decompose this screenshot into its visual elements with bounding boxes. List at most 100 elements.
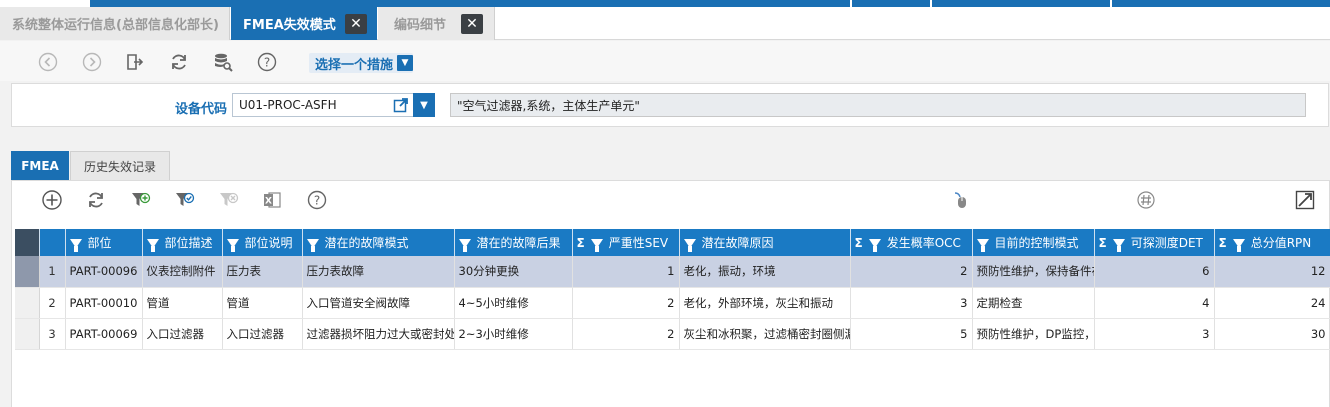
column-header-sev[interactable]: Σ 严重性SEV	[572, 229, 680, 256]
column-header-failure-cause[interactable]: 潜在故障原因	[679, 229, 851, 256]
cell-failure-mode[interactable]: 压力表故障	[302, 256, 455, 288]
cell-failure-effect[interactable]: 2~3小时维修	[454, 318, 573, 350]
excel-icon[interactable]: X	[261, 189, 283, 211]
column-header-part[interactable]: 部位	[65, 229, 143, 256]
cell-occ[interactable]: 3	[850, 287, 973, 319]
filter-icon[interactable]	[226, 239, 239, 252]
cell-part-note[interactable]: 压力表	[222, 256, 303, 288]
column-header-rpn[interactable]: Σ 总分值RPN	[1214, 229, 1330, 256]
column-header-det[interactable]: Σ 可探测度DET	[1094, 229, 1215, 256]
cell-failure-effect[interactable]: 4~5小时维修	[454, 287, 573, 319]
close-icon[interactable]: ✕	[345, 14, 367, 34]
column-header-occ[interactable]: Σ 发生概率OCC	[850, 229, 973, 256]
cell-sev[interactable]: 2	[572, 318, 680, 350]
chevron-down-icon: ▼	[397, 55, 414, 71]
sum-icon[interactable]: Σ	[1219, 236, 1227, 250]
column-header-failure-effect[interactable]: 潜在的故障后果	[454, 229, 573, 256]
cell-rpn[interactable]: 24	[1214, 287, 1330, 319]
row-number: 2	[39, 287, 66, 319]
filter-icon[interactable]	[1232, 239, 1245, 252]
cell-control[interactable]: 预防性维护，DP监控，使	[972, 318, 1095, 350]
help-icon[interactable]: ?	[306, 189, 328, 211]
filter-icon[interactable]	[306, 239, 319, 252]
hash-icon[interactable]	[1135, 189, 1157, 211]
tab-fmea[interactable]: FMEA失效模式 ✕	[231, 7, 377, 40]
filter-add-icon[interactable]	[130, 189, 152, 211]
row-gutter[interactable]	[15, 287, 40, 319]
export-icon[interactable]	[124, 51, 146, 73]
cell-failure-cause[interactable]: 灰尘和冰积聚，过滤桶密封圈侧漏	[679, 318, 851, 350]
tab-code-detail[interactable]: 编码细节 ✕	[378, 7, 495, 40]
cell-det[interactable]: 3	[1094, 318, 1215, 350]
sum-icon[interactable]: Σ	[577, 236, 585, 250]
row-gutter[interactable]	[15, 318, 40, 350]
cell-occ[interactable]: 5	[850, 318, 973, 350]
open-link-icon[interactable]	[389, 94, 413, 116]
filter-icon[interactable]	[146, 239, 159, 252]
tab-fmea-grid[interactable]: FMEA	[11, 151, 69, 180]
cell-failure-cause[interactable]: 老化，振动，环境	[679, 256, 851, 288]
cell-sev[interactable]: 2	[572, 287, 680, 319]
back-icon[interactable]	[37, 51, 59, 73]
filter-icon[interactable]	[683, 239, 696, 252]
cell-control[interactable]: 定期检查	[972, 287, 1095, 319]
help-icon[interactable]: ?	[256, 51, 278, 73]
table-row[interactable]: 3 PART-00069 入口过滤器 入口过滤器 过滤器损坏阻力过大或密封处泄 …	[15, 318, 1330, 350]
action-select[interactable]: 选择一个措施 ▼	[309, 53, 414, 73]
add-icon[interactable]	[41, 189, 63, 211]
row-gutter[interactable]	[15, 256, 40, 288]
filter-icon[interactable]	[69, 239, 82, 252]
top-strip-segment	[852, 0, 930, 7]
cell-sev[interactable]: 1	[572, 256, 680, 288]
close-icon[interactable]: ✕	[461, 14, 483, 34]
cell-failure-mode[interactable]: 过滤器损坏阻力过大或密封处泄	[302, 318, 455, 350]
cell-part[interactable]: PART-00069	[65, 318, 143, 350]
cell-part-desc[interactable]: 入口过滤器	[142, 318, 223, 350]
tab-label: FMEA失效模式	[243, 18, 336, 33]
database-search-icon[interactable]	[212, 51, 234, 73]
cell-part[interactable]: PART-00096	[65, 256, 143, 288]
column-label: 部位	[87, 236, 112, 250]
cell-part-note[interactable]: 管道	[222, 287, 303, 319]
cell-rpn[interactable]: 12	[1214, 256, 1330, 288]
column-label: 总分值RPN	[1250, 236, 1312, 250]
filter-icon[interactable]	[458, 239, 471, 252]
sum-icon[interactable]: Σ	[855, 236, 863, 250]
chevron-down-icon[interactable]: ▼	[413, 93, 435, 117]
filter-icon[interactable]	[868, 239, 881, 252]
cell-part-desc[interactable]: 管道	[142, 287, 223, 319]
refresh-icon[interactable]	[85, 189, 107, 211]
column-header-part-note[interactable]: 部位说明	[222, 229, 303, 256]
cell-failure-effect[interactable]: 30分钟更换	[454, 256, 573, 288]
cell-occ[interactable]: 2	[850, 256, 973, 288]
cell-part-desc[interactable]: 仪表控制附件	[142, 256, 223, 288]
cell-det[interactable]: 6	[1094, 256, 1215, 288]
forward-icon[interactable]	[81, 51, 103, 73]
device-code-field[interactable]: U01-PROC-ASFH ▼	[232, 93, 435, 117]
column-header-part-desc[interactable]: 部位描述	[142, 229, 223, 256]
top-strip-segment	[1112, 0, 1330, 7]
cell-control[interactable]: 预防性维护，保持备件在	[972, 256, 1095, 288]
column-header-control[interactable]: 目前的控制模式	[972, 229, 1095, 256]
sum-icon[interactable]: Σ	[1099, 236, 1107, 250]
cell-part[interactable]: PART-00010	[65, 287, 143, 319]
tab-system-overview[interactable]: 系统整体运行信息(总部信息化部长)	[0, 7, 230, 40]
cell-failure-cause[interactable]: 老化，外部环境，灰尘和振动	[679, 287, 851, 319]
column-header-failure-mode[interactable]: 潜在的故障模式	[302, 229, 455, 256]
top-strip	[0, 0, 1330, 7]
filter-icon[interactable]	[976, 239, 989, 252]
cell-failure-mode[interactable]: 入口管道安全阀故障	[302, 287, 455, 319]
filter-icon[interactable]	[590, 239, 603, 252]
filter-apply-icon[interactable]	[174, 189, 196, 211]
filter-icon[interactable]	[1112, 239, 1125, 252]
cell-part-note[interactable]: 入口过滤器	[222, 318, 303, 350]
expand-icon[interactable]	[1294, 189, 1316, 211]
tab-failure-history[interactable]: 历史失效记录	[70, 151, 170, 180]
cell-det[interactable]: 4	[1094, 287, 1215, 319]
table-row[interactable]: 1 PART-00096 仪表控制附件 压力表 压力表故障 30分钟更换 1 老…	[15, 256, 1330, 288]
table-row[interactable]: 2 PART-00010 管道 管道 入口管道安全阀故障 4~5小时维修 2 老…	[15, 287, 1330, 319]
filter-clear-icon[interactable]	[218, 189, 240, 211]
cell-rpn[interactable]: 30	[1214, 318, 1330, 350]
mouse-icon[interactable]	[950, 189, 972, 211]
refresh-icon[interactable]	[168, 51, 190, 73]
